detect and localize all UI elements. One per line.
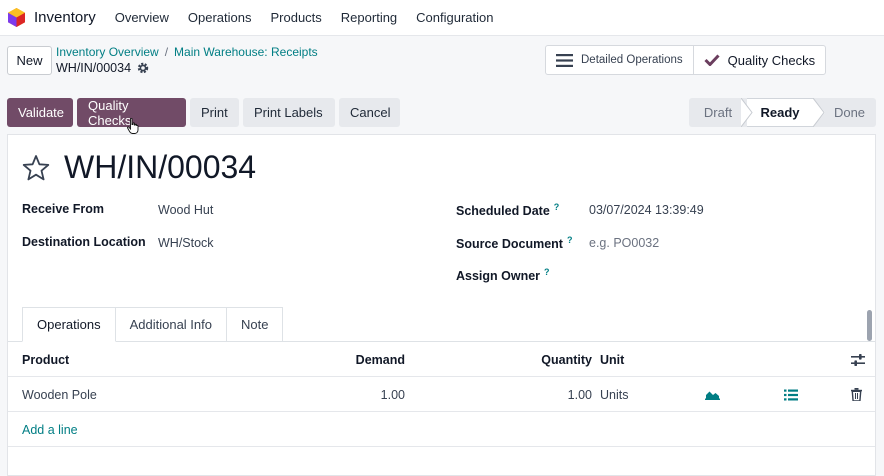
nav-item-configuration[interactable]: Configuration [416, 10, 493, 25]
help-icon[interactable]: ? [567, 235, 573, 245]
status-bar: Draft Ready Done [689, 98, 876, 127]
detailed-operations-label: Detailed Operations [581, 54, 683, 66]
breadcrumb-inventory-overview[interactable]: Inventory Overview [56, 45, 159, 59]
record-title: WH/IN/00034 [64, 149, 257, 185]
tab-operations[interactable]: Operations [22, 307, 116, 342]
print-button[interactable]: Print [190, 98, 239, 127]
table-bottom-divider [8, 446, 875, 447]
print-labels-button[interactable]: Print Labels [243, 98, 335, 127]
nav-item-reporting[interactable]: Reporting [341, 10, 397, 25]
source-document-label: Source Document? [456, 235, 572, 251]
source-document-label-text: Source Document [456, 237, 563, 252]
operations-table: Product Demand Quantity Unit Wooden Pole… [8, 342, 875, 412]
stage-arrow-icon [741, 98, 753, 127]
record-name-label: WH/IN/00034 [56, 61, 132, 75]
help-icon[interactable]: ? [554, 202, 560, 212]
add-a-line-link[interactable]: Add a line [22, 423, 78, 437]
notebook-tabs: Operations Additional Info Note [22, 307, 284, 342]
destination-location-label: Destination Location [22, 235, 146, 249]
stage-arrow-icon [813, 98, 825, 127]
new-button[interactable]: New [7, 46, 52, 75]
forecast-chart-icon[interactable] [705, 377, 720, 412]
inventory-app-icon[interactable] [8, 8, 25, 27]
area-chart-icon [705, 391, 720, 400]
scrollbar-thumb[interactable] [867, 310, 872, 341]
assign-owner-label-text: Assign Owner [456, 269, 541, 284]
nav-item-operations[interactable]: Operations [188, 10, 252, 25]
destination-location-field[interactable]: WH/Stock [158, 236, 214, 250]
table-header-row: Product Demand Quantity Unit [8, 342, 875, 377]
tab-note[interactable]: Note [227, 307, 284, 342]
product-cell[interactable]: Wooden Pole [22, 377, 97, 412]
mouse-cursor-icon [127, 118, 139, 134]
demand-cell[interactable]: 1.00 [305, 377, 405, 412]
nav-item-products[interactable]: Products [270, 10, 321, 25]
column-header-product[interactable]: Product [22, 342, 69, 377]
source-document-field[interactable]: e.g. PO0032 [589, 236, 659, 250]
trash-icon [851, 388, 862, 401]
delete-row-icon[interactable] [851, 377, 862, 412]
column-header-unit[interactable]: Unit [600, 342, 624, 377]
nav-item-overview[interactable]: Overview [115, 10, 169, 25]
breadcrumb: Inventory Overview / Main Warehouse: Recei… [56, 45, 318, 59]
quality-checks-smart-button[interactable]: Quality Checks [692, 46, 825, 74]
app-name[interactable]: Inventory [34, 9, 96, 26]
top-navbar: Inventory Overview Operations Products R… [0, 0, 884, 36]
star-icon[interactable] [22, 154, 50, 182]
column-header-quantity[interactable]: Quantity [492, 342, 592, 377]
help-icon[interactable]: ? [544, 267, 550, 277]
table-row[interactable]: Wooden Pole 1.00 1.00 Units [8, 377, 875, 412]
assign-owner-label: Assign Owner? [456, 267, 550, 283]
quantity-cell[interactable]: 1.00 [492, 377, 592, 412]
stage-ready[interactable]: Ready [747, 98, 813, 127]
breadcrumb-receipts[interactable]: Main Warehouse: Receipts [174, 45, 318, 59]
cancel-button[interactable]: Cancel [339, 98, 400, 127]
detailed-operations-row-icon[interactable] [784, 377, 798, 412]
smart-buttons: Detailed Operations Quality Checks [545, 45, 827, 75]
receive-from-field[interactable]: Wood Hut [158, 203, 213, 217]
unit-cell[interactable]: Units [600, 377, 628, 412]
scheduled-date-label-text: Scheduled Date [456, 204, 550, 219]
detailed-operations-button[interactable]: Detailed Operations [546, 46, 693, 74]
list-detail-icon [784, 389, 798, 400]
action-buttons: Validate Quality Checks Print Print Labe… [7, 98, 400, 128]
list-icon [556, 53, 573, 67]
tab-additional-info[interactable]: Additional Info [115, 307, 227, 342]
scheduled-date-field[interactable]: 03/07/2024 13:39:49 [589, 203, 704, 217]
validate-button[interactable]: Validate [7, 98, 73, 127]
scheduled-date-label: Scheduled Date? [456, 202, 559, 218]
check-icon [704, 54, 720, 66]
gear-icon[interactable] [137, 62, 149, 74]
quality-checks-smart-label: Quality Checks [727, 52, 816, 68]
optional-columns-icon[interactable] [851, 342, 865, 377]
column-header-demand[interactable]: Demand [305, 342, 405, 377]
breadcrumb-separator: / [164, 45, 169, 59]
form-sheet: WH/IN/00034 Receive From Wood Hut Destin… [7, 134, 876, 476]
stage-draft[interactable]: Draft [689, 98, 747, 127]
sliders-icon [851, 353, 865, 366]
record-name: WH/IN/00034 [56, 61, 149, 75]
receive-from-label: Receive From [22, 202, 104, 216]
